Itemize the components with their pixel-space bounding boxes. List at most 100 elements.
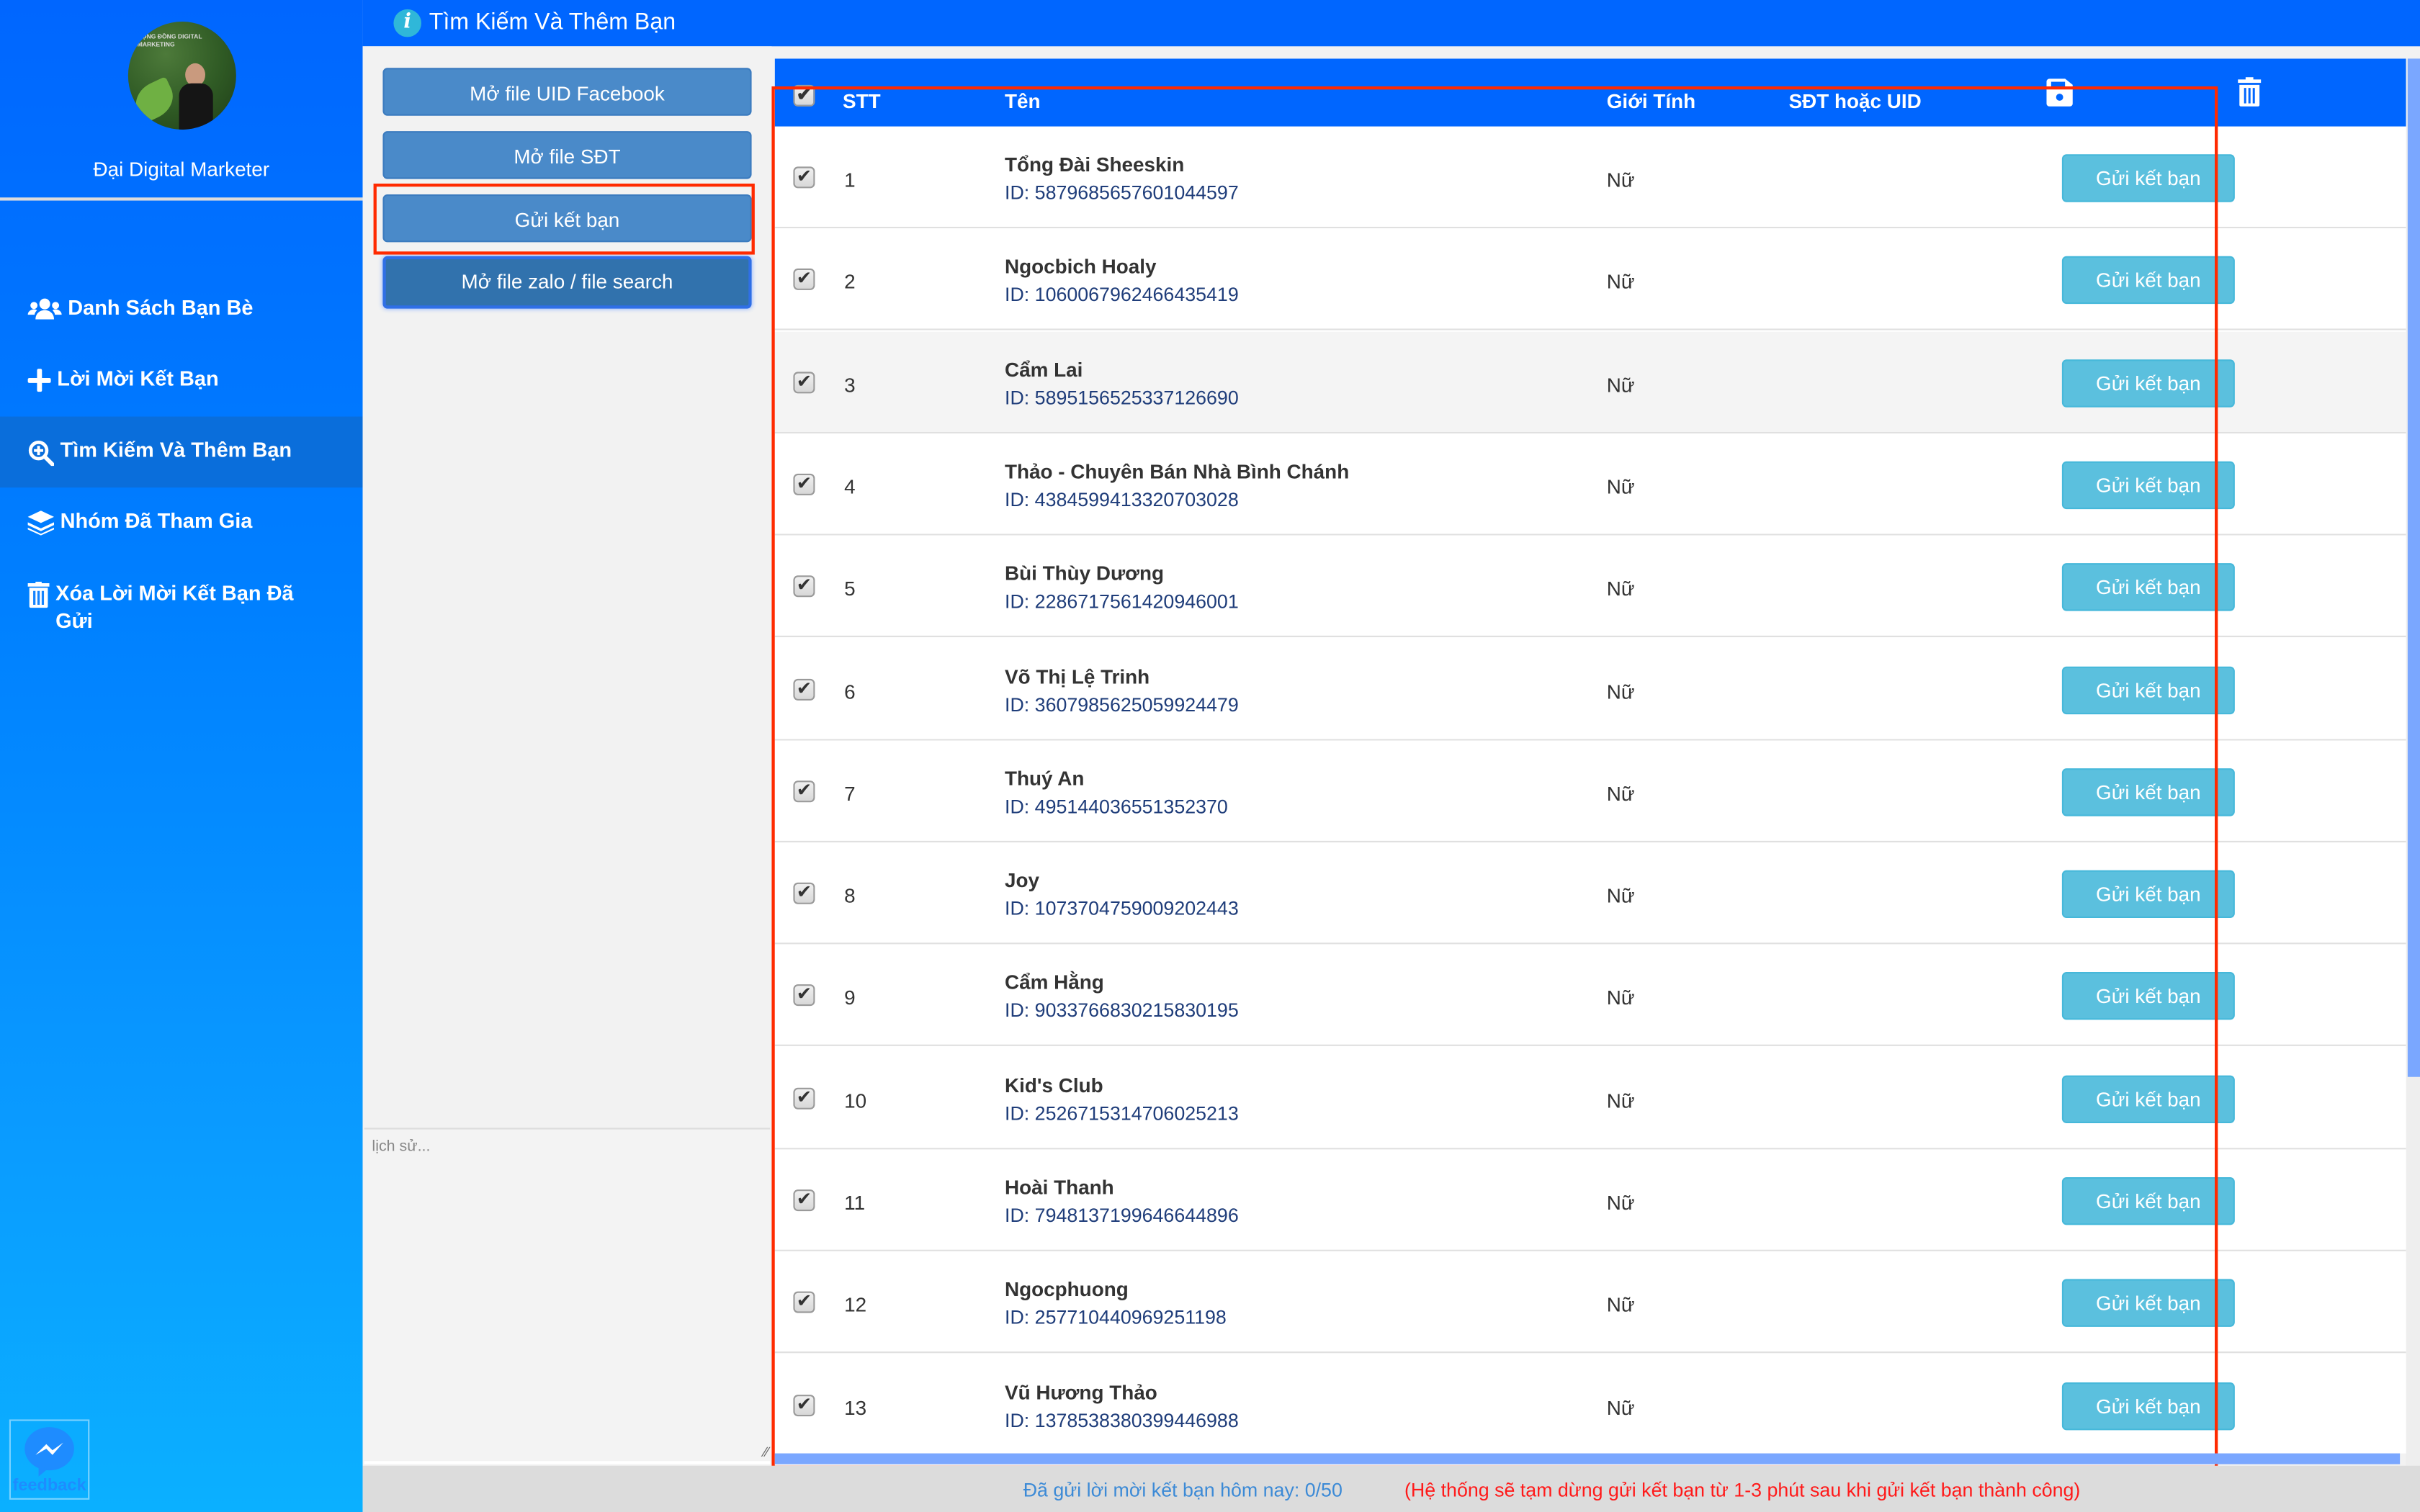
row-stt: 9 [844,986,856,1010]
sidebar-item-joined-groups[interactable]: Nhóm Đã Tham Gia [0,487,363,559]
resize-grip-icon[interactable]: ∕∕ [764,1444,768,1459]
vertical-scrollbar[interactable] [2407,58,2420,1077]
avatar-leaf [129,76,180,125]
row-uid: ID: 4384599413320703028 [1005,489,1239,511]
row-send-request-button[interactable]: Gửi kết bạn [2061,972,2235,1021]
row-gender: Nữ [1606,474,1635,498]
sidebar-item-label: Nhóm Đã Tham Gia [60,509,253,533]
table-row: 1 Tổng Đài Sheeskin ID: 587968565760104459… [774,126,2406,229]
save-icon[interactable] [2046,78,2073,107]
open-phone-file-button[interactable]: Mở file SĐT [382,131,752,179]
row-checkbox[interactable] [793,369,815,393]
row-name: Cẩm Lai [1005,357,1083,381]
table-row: 7 Thuý An ID: 495144036551352370 Nữ Gửi kết … [774,740,2406,842]
sidebar-item-friends-list[interactable]: Danh Sách Bạn Bè [0,274,363,346]
row-checkbox[interactable] [793,267,815,291]
friends-table: STT Tên Giới Tính SĐT hoặc UID 1 Tổng Đài… [774,58,2406,1454]
row-send-request-button[interactable]: Gửi kết bạn [2061,154,2235,202]
row-send-request-button[interactable]: Gửi kết bạn [2061,256,2235,305]
row-checkbox[interactable] [793,984,815,1007]
row-uid: ID: 9033766830215830195 [1005,1000,1239,1022]
row-stt: 2 [844,270,856,294]
row-send-request-button[interactable]: Gửi kết bạn [2061,768,2235,816]
row-checkbox[interactable] [793,472,815,495]
row-gender: Nữ [1606,577,1635,600]
row-uid: ID: 1073704759009202443 [1005,898,1239,920]
search-plus-icon [28,441,54,467]
row-uid: ID: 5895156525337126690 [1005,386,1239,408]
row-stt: 13 [844,1395,867,1419]
header-name: Tên [1005,89,1041,113]
row-checkbox[interactable] [793,881,815,904]
row-uid: ID: 2286717561420946001 [1005,591,1239,613]
sidebar-item-label: Xóa Lời Mời Kết Bạn Đã Gửi [55,581,294,633]
row-stt: 7 [844,781,856,806]
history-textarea[interactable]: lịch sử... ∕∕ [364,1128,771,1464]
row-stt: 11 [844,1191,866,1215]
open-zalo-search-file-button[interactable]: Mở file zalo / file search [382,256,752,309]
row-send-request-button[interactable]: Gửi kết bạn [2061,1177,2235,1225]
horizontal-scrollbar[interactable] [774,1453,2401,1464]
row-name: Võ Thị Lệ Trinh [1005,664,1150,688]
row-checkbox[interactable] [793,1086,815,1110]
app-window: CỘNG ĐỒNG DIGITAL MARKETING Đại Digital … [0,0,2420,1512]
table-row: 5 Bùi Thùy Dương ID: 2286717561420946001 Nữ… [774,535,2406,638]
select-all-checkbox[interactable] [793,84,815,107]
row-gender: Nữ [1606,270,1635,294]
row-send-request-button[interactable]: Gửi kết bạn [2061,1382,2235,1430]
row-uid: ID: 5879685657601044597 [1005,181,1239,204]
status-bar: Đã gửi lời mời kết bạn hôm nay: 0/50 (Hệ… [362,1465,2420,1512]
row-name: Thuý An [1005,766,1085,790]
sidebar-item-friend-requests[interactable]: Lời Mời Kết Bạn [0,346,363,417]
row-stt: 10 [844,1089,867,1112]
page-title: Tìm Kiếm Và Thêm Bạn [429,9,676,36]
row-checkbox[interactable] [793,575,815,598]
row-stt: 5 [844,577,856,600]
row-uid: ID: 1060067962466435419 [1005,284,1239,306]
row-gender: Nữ [1606,679,1635,703]
sidebar-menu: Danh Sách Bạn Bè Lời Mời Kết Bạn Tìm Kiế… [0,274,363,657]
row-send-request-button[interactable]: Gửi kết bạn [2061,665,2235,714]
layers-icon [27,510,54,536]
row-send-request-button[interactable]: Gửi kết bạn [2061,870,2235,919]
table-row: 12 Ngocphuong ID: 257710440969251198 Nữ Gửi … [774,1251,2406,1354]
send-friend-request-button[interactable]: Gửi kết bạn [382,194,752,243]
user-name: Đại Digital Marketer [93,157,270,181]
row-name: Bùi Thùy Dương [1005,562,1165,585]
row-name: Joy [1005,868,1040,892]
avatar-caption: CỘNG ĐỒNG DIGITAL MARKETING [137,32,202,48]
open-uid-facebook-button[interactable]: Mở file UID Facebook [382,68,752,116]
row-send-request-button[interactable]: Gửi kết bạn [2061,461,2235,509]
row-stt: 8 [844,884,856,908]
row-gender: Nữ [1606,781,1635,806]
delete-all-icon[interactable] [2238,77,2262,107]
row-gender: Nữ [1606,1293,1635,1317]
table-header: STT Tên Giới Tính SĐT hoặc UID [774,58,2406,127]
row-stt: 1 [844,168,856,192]
table-row: 3 Cẩm Lai ID: 5895156525337126690 Nữ Gửi kết… [774,330,2406,433]
sidebar-item-search-add-friends[interactable]: Tìm Kiếm Và Thêm Bạn [0,416,363,488]
row-send-request-button[interactable]: Gửi kết bạn [2061,563,2235,611]
feedback-label: feedback [12,1476,86,1495]
row-checkbox[interactable] [793,1290,815,1314]
feedback-button[interactable]: feedback [9,1419,90,1500]
table-row: 9 Cẩm Hằng ID: 9033766830215830195 Nữ Gửi kế… [774,945,2406,1047]
row-send-request-button[interactable]: Gửi kết bạn [2061,359,2235,407]
row-gender: Nữ [1606,1191,1635,1215]
row-name: Ngocphuong [1005,1277,1129,1302]
messenger-icon [24,1427,74,1477]
row-checkbox[interactable] [793,1188,815,1212]
row-checkbox[interactable] [793,165,815,189]
row-gender: Nữ [1606,1395,1635,1419]
row-gender: Nữ [1606,986,1635,1010]
row-send-request-button[interactable]: Gửi kết bạn [2061,1074,2235,1123]
sidebar: CỘNG ĐỒNG DIGITAL MARKETING Đại Digital … [0,0,363,1512]
row-checkbox[interactable] [793,1392,815,1416]
row-send-request-button[interactable]: Gửi kết bạn [2061,1279,2235,1328]
row-checkbox[interactable] [793,779,815,802]
table-row: 10 Kid's Club ID: 2526715314706025213 Nữ Gửi… [774,1047,2406,1149]
row-gender: Nữ [1606,372,1635,396]
avatar: CỘNG ĐỒNG DIGITAL MARKETING [127,22,236,130]
sidebar-item-delete-sent-requests[interactable]: Xóa Lời Mời Kết Bạn Đã Gửi [0,559,363,657]
row-checkbox[interactable] [793,677,815,700]
